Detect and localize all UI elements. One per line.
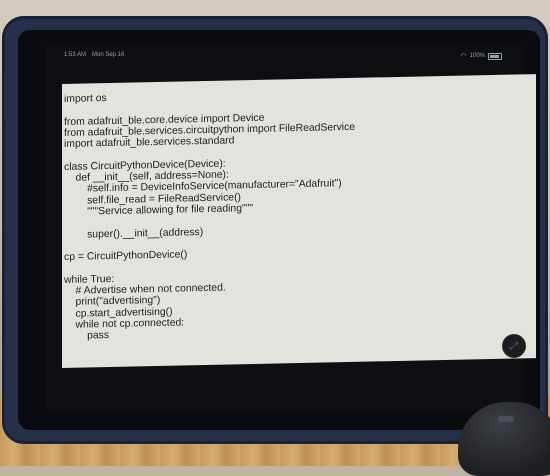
expand-icon: ⤢	[510, 340, 518, 352]
status-time: 1:53 AM	[64, 52, 87, 58]
battery-icon	[488, 52, 502, 60]
wifi-icon: ◠	[460, 53, 467, 60]
status-indicators: ◠ 100%	[461, 52, 502, 60]
status-bar: 1:53 AM Mon Sep 16 ◠ 100%	[46, 48, 524, 62]
code-text: import os from adafruit_ble.core.device …	[64, 88, 355, 343]
battery-percent: 100%	[469, 53, 485, 59]
code-document[interactable]: import os from adafruit_ble.core.device …	[62, 74, 536, 369]
expand-button[interactable]: ⤢	[502, 334, 526, 358]
mouse-wheel	[498, 416, 514, 422]
status-date: Mon Sep 16	[92, 52, 125, 58]
